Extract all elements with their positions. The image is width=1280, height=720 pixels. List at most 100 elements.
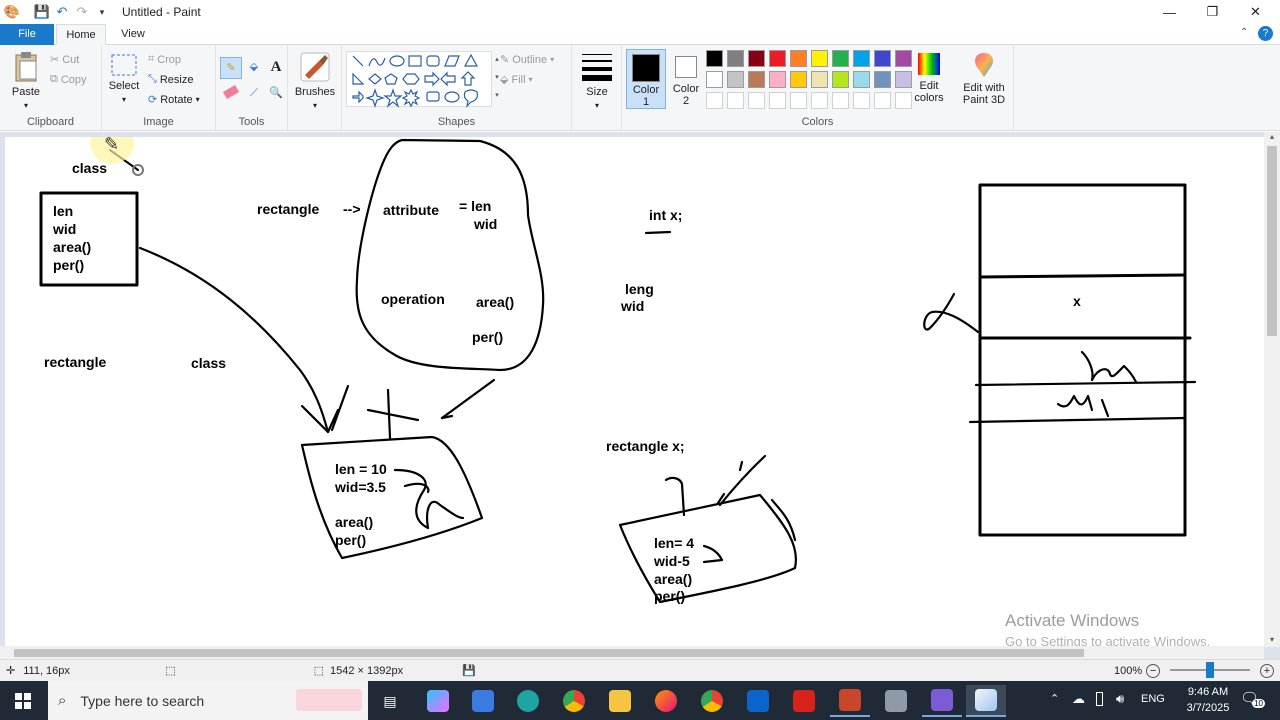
shapes-gallery[interactable] — [346, 51, 492, 108]
resize-button[interactable]: ⤡ Resize — [148, 73, 193, 86]
notification-button[interactable]: 🗨︎ 10 — [1240, 689, 1265, 711]
palette-swatch[interactable] — [895, 92, 912, 109]
palette-swatch[interactable] — [748, 92, 765, 109]
canvas-text-obj1-per: per() — [335, 532, 366, 548]
palette-swatch[interactable] — [874, 50, 891, 67]
palette-swatch[interactable] — [811, 50, 828, 67]
close-button[interactable]: ✕ — [1234, 0, 1277, 24]
store-taskbar-button[interactable] — [463, 685, 503, 717]
clock[interactable]: 9:46 AM 3/7/2025 — [1180, 684, 1236, 716]
palette-swatch[interactable] — [727, 71, 744, 88]
outlook-icon — [747, 690, 769, 712]
file-explorer-taskbar-button[interactable] — [600, 685, 640, 717]
network-icon[interactable]: ☁ — [1072, 691, 1085, 707]
copy-button[interactable]: ⧉ Copy — [50, 73, 87, 86]
ribbon-collapse-icon[interactable]: ⌃ — [1240, 27, 1248, 38]
redo-icon[interactable]: ↷ — [72, 2, 92, 22]
select-button[interactable]: Select ▾ — [108, 53, 140, 104]
palette-swatch[interactable] — [832, 50, 849, 67]
palette-swatch[interactable] — [853, 50, 870, 67]
palette-swatch[interactable] — [790, 50, 807, 67]
palette-swatch[interactable] — [790, 92, 807, 109]
palette-swatch[interactable] — [769, 92, 786, 109]
palette-swatch[interactable] — [832, 71, 849, 88]
paste-button[interactable]: Paste ▾ — [8, 51, 44, 110]
palette-swatch[interactable] — [727, 50, 744, 67]
remote-desktop-taskbar-button[interactable] — [876, 685, 916, 717]
palette-swatch[interactable] — [874, 92, 891, 109]
fill-button[interactable]: ⬙ Fill ▾ — [500, 73, 533, 87]
vertical-scrollbar[interactable]: ▴ ▾ — [1264, 132, 1280, 647]
save-icon[interactable]: 💾 — [32, 2, 52, 22]
copilot-taskbar-button[interactable] — [418, 685, 458, 717]
pencil-tool-button[interactable]: ✎ — [220, 57, 242, 79]
edit-colors-button[interactable]: Edit colors — [912, 51, 946, 104]
search-box[interactable]: ⌕ Type here to search — [48, 681, 368, 720]
powerpoint-taskbar-button[interactable] — [830, 685, 870, 717]
tab-home[interactable]: Home — [56, 24, 106, 45]
palette-swatch[interactable] — [853, 92, 870, 109]
chrome-taskbar-button[interactable] — [554, 685, 594, 717]
crop-button[interactable]: ⌗ Crop — [148, 53, 181, 66]
palette-swatch[interactable] — [769, 71, 786, 88]
palette-swatch[interactable] — [706, 92, 723, 109]
paint-taskbar-button[interactable] — [966, 685, 1006, 717]
undo-icon[interactable]: ↶ — [52, 2, 72, 22]
fill-tool-button[interactable]: ⬙ — [243, 57, 265, 79]
eraser-tool-button[interactable] — [220, 83, 242, 105]
palette-swatch[interactable] — [706, 71, 723, 88]
firefox-taskbar-button[interactable] — [646, 685, 686, 717]
battery-icon[interactable] — [1096, 692, 1103, 706]
palette-swatch[interactable] — [790, 71, 807, 88]
horizontal-scrollbar[interactable] — [0, 646, 1264, 659]
palette-swatch[interactable] — [853, 71, 870, 88]
color-picker-button[interactable]: ⟋ — [243, 83, 265, 105]
volume-icon[interactable]: 🔊︎ — [1116, 691, 1124, 707]
palette-swatch[interactable] — [874, 71, 891, 88]
vertical-scroll-thumb[interactable] — [1267, 146, 1277, 336]
chrome2-taskbar-button[interactable] — [692, 685, 732, 717]
tab-file[interactable]: File — [0, 24, 54, 45]
drawing-canvas[interactable]: ✎ class len wid area() per() rectangle -… — [5, 137, 1264, 646]
zoom-out-button[interactable]: − — [1146, 663, 1160, 678]
edge-taskbar-button[interactable] — [508, 685, 548, 717]
customize-quick-access-icon[interactable]: ▾ — [92, 2, 112, 22]
edit-with-paint3d-button[interactable]: Edit with Paint 3D — [956, 51, 1012, 106]
outlook-taskbar-button[interactable] — [738, 685, 778, 717]
palette-swatch[interactable] — [811, 92, 828, 109]
task-view-icon: ▤ — [383, 692, 397, 709]
palette-swatch[interactable] — [748, 50, 765, 67]
teams-taskbar-button[interactable] — [922, 685, 962, 717]
rotate-button[interactable]: ⟳ Rotate ▾ — [148, 93, 200, 107]
palette-swatch[interactable] — [895, 71, 912, 88]
size-button[interactable]: Size ▾ — [578, 51, 616, 110]
canvas-text-len: len — [53, 203, 73, 219]
restore-button[interactable]: ❐ — [1191, 0, 1234, 24]
palette-swatch[interactable] — [727, 92, 744, 109]
zoom-in-button[interactable]: + — [1260, 663, 1274, 678]
acrobat-taskbar-button[interactable] — [784, 685, 824, 717]
palette-swatch[interactable] — [706, 50, 723, 67]
palette-swatch[interactable] — [811, 71, 828, 88]
magnifier-button[interactable]: 🔍 — [265, 83, 287, 105]
outline-button[interactable]: ✎ Outline ▾ — [500, 53, 554, 67]
language-indicator[interactable]: ENG — [1141, 693, 1165, 705]
help-icon[interactable]: ? — [1258, 26, 1273, 41]
palette-swatch[interactable] — [832, 92, 849, 109]
cut-button[interactable]: ✂ Cut — [50, 53, 79, 67]
text-tool-button[interactable]: A — [265, 57, 287, 79]
canvas-text-rectangle2: rectangle — [44, 354, 106, 370]
color2-button[interactable]: Color 2 — [666, 49, 706, 109]
horizontal-scroll-thumb[interactable] — [14, 649, 1084, 657]
color1-button[interactable]: Color 1 — [626, 49, 666, 109]
zoom-slider-thumb[interactable] — [1206, 662, 1214, 678]
tab-view[interactable]: View — [108, 24, 158, 45]
palette-swatch[interactable] — [895, 50, 912, 67]
brushes-button[interactable]: Brushes ▾ — [294, 51, 336, 110]
minimize-button[interactable]: — — [1148, 0, 1191, 24]
palette-swatch[interactable] — [748, 71, 765, 88]
task-view-button[interactable]: ▤ — [370, 685, 410, 717]
palette-swatch[interactable] — [769, 50, 786, 67]
show-hidden-icons[interactable]: ⌃ — [1050, 692, 1059, 705]
start-button[interactable] — [0, 681, 46, 720]
